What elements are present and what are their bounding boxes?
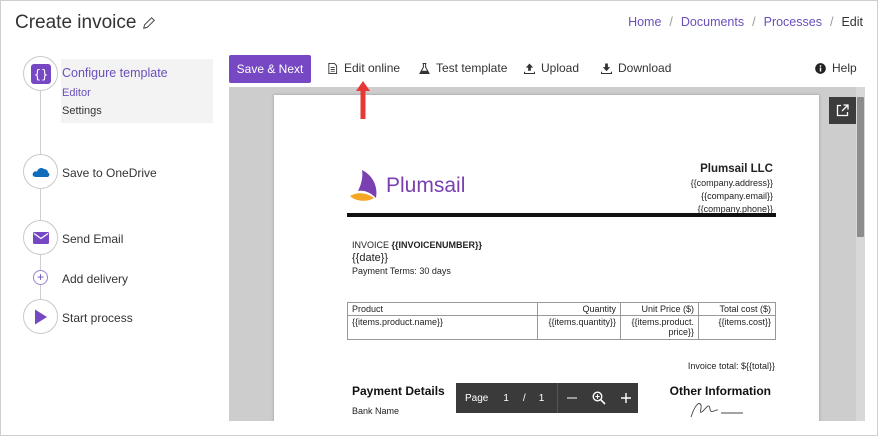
download-button[interactable]: Download	[601, 61, 671, 75]
current-page[interactable]: 1	[503, 393, 509, 404]
document-page: Plumsail Plumsail LLC {{company.address}…	[274, 95, 819, 421]
items-table: Product Quantity Unit Price ($) Total co…	[347, 302, 776, 340]
open-external-button[interactable]	[829, 97, 856, 124]
upload-icon	[524, 62, 535, 74]
column-header-unit-price: Unit Price ($)	[620, 302, 699, 316]
preview-scrollbar[interactable]	[856, 87, 865, 421]
step-save-to-onedrive[interactable]	[23, 154, 58, 189]
download-icon	[601, 62, 612, 74]
column-header-quantity: Quantity	[537, 302, 621, 316]
column-header-product: Product	[347, 302, 538, 316]
payment-terms: Payment Terms: 30 days	[352, 266, 451, 276]
plus-icon[interactable]: +	[33, 270, 48, 285]
add-delivery-label[interactable]: Add delivery	[62, 272, 128, 286]
page-navigation: Page 1 / 1	[456, 383, 638, 413]
scrollbar-thumb[interactable]	[857, 97, 864, 237]
zoom-in-magnifier-icon[interactable]	[592, 391, 606, 405]
step-start-process-label[interactable]: Start process	[62, 311, 133, 325]
document-icon	[328, 62, 338, 74]
test-template-label: Test template	[436, 61, 508, 75]
total-pages: 1	[538, 392, 545, 404]
cell-product: {{items.product.name}}	[347, 315, 538, 340]
stepper-line	[40, 91, 41, 321]
play-icon	[34, 309, 47, 324]
invoice-date: {{date}}	[352, 252, 389, 264]
page-title-text: Create invoice	[15, 12, 137, 33]
save-next-button[interactable]: Save & Next	[229, 55, 311, 83]
column-header-total-cost: Total cost ($)	[698, 302, 776, 316]
document-preview[interactable]: Plumsail Plumsail LLC {{company.address}…	[229, 87, 865, 421]
help-button[interactable]: Help	[815, 61, 857, 75]
svg-text:{}: {}	[33, 67, 47, 81]
upload-label: Upload	[541, 61, 580, 75]
plumsail-logo-text: Plumsail	[386, 174, 466, 197]
payment-details-heading: Payment Details	[352, 384, 445, 398]
invoice-label: INVOICE	[352, 240, 392, 250]
pager-divider	[557, 383, 559, 413]
zoom-out-icon[interactable]	[566, 392, 578, 404]
breadcrumb-home[interactable]: Home	[628, 15, 661, 29]
plumsail-logo: Plumsail	[348, 168, 465, 204]
other-information-heading: Other Information	[669, 384, 771, 398]
company-name: Plumsail LLC	[700, 163, 773, 175]
company-email: {{company.email}}	[701, 191, 773, 201]
step-configure-template-label[interactable]: Configure template	[62, 66, 168, 80]
test-template-button[interactable]: Test template	[419, 61, 507, 75]
step-start-process[interactable]	[23, 299, 58, 334]
mail-icon	[32, 231, 49, 244]
zoom-in-icon[interactable]	[620, 392, 632, 404]
flask-icon	[419, 62, 430, 74]
company-block: Plumsail LLC {{company.address}} {{compa…	[691, 163, 773, 216]
header-divider	[347, 213, 776, 217]
cell-unit-price: {{items.product. price}}	[620, 315, 699, 340]
step-send-email-label[interactable]: Send Email	[62, 232, 123, 246]
upload-button[interactable]: Upload	[524, 61, 579, 75]
substep-settings[interactable]: Settings	[62, 105, 102, 117]
edit-online-label: Edit online	[344, 61, 401, 75]
process-stepper: {} Configure template Editor Settings Sa…	[23, 56, 215, 336]
help-label: Help	[832, 61, 857, 75]
breadcrumb-documents[interactable]: Documents	[681, 15, 744, 29]
app-frame: Create invoice Home / Documents / Proces…	[0, 0, 878, 436]
breadcrumb: Home / Documents / Processes / Edit	[628, 15, 863, 29]
invoice-info: INVOICE {{INVOICENUMBER}} {{date}} Payme…	[352, 239, 482, 278]
step-configure-template[interactable]: {}	[23, 56, 58, 91]
breadcrumb-separator: /	[829, 15, 834, 29]
signature-image	[690, 403, 743, 418]
breadcrumb-processes[interactable]: Processes	[764, 15, 822, 29]
red-arrow-annotation	[356, 81, 370, 119]
plumsail-logo-icon	[350, 170, 377, 201]
page-title: Create invoice	[15, 12, 156, 34]
substep-editor[interactable]: Editor	[62, 87, 91, 99]
download-label: Download	[618, 61, 672, 75]
pencil-icon[interactable]	[142, 16, 156, 30]
page-separator: /	[522, 392, 526, 404]
edit-online-button[interactable]: Edit online	[327, 61, 400, 75]
table-row: {{items.product.name}} {{items.quantity}…	[347, 315, 776, 340]
step-save-to-onedrive-label[interactable]: Save to OneDrive	[62, 166, 157, 180]
breadcrumb-separator: /	[752, 15, 756, 29]
breadcrumb-edit: Edit	[841, 15, 863, 29]
invoice-number-line: INVOICE {{INVOICENUMBER}}	[352, 239, 482, 252]
curly-braces-icon: {}	[30, 63, 51, 84]
page-label: Page	[465, 392, 489, 404]
invoice-number: {{INVOICENUMBER}}	[391, 240, 483, 250]
step-send-email[interactable]	[23, 220, 58, 255]
cell-total-cost: {{items.cost}}	[698, 315, 776, 340]
breadcrumb-separator: /	[669, 15, 673, 29]
invoice-total: Invoice total: ${{total}}	[687, 361, 775, 371]
company-address: {{company.address}}	[690, 178, 773, 188]
bank-name-label: Bank Name	[352, 406, 400, 416]
onedrive-icon	[32, 167, 49, 177]
external-link-icon	[836, 104, 849, 117]
info-icon	[815, 62, 826, 74]
cell-quantity: {{items.quantity}}	[537, 315, 621, 340]
items-table-header: Product Quantity Unit Price ($) Total co…	[347, 302, 776, 316]
